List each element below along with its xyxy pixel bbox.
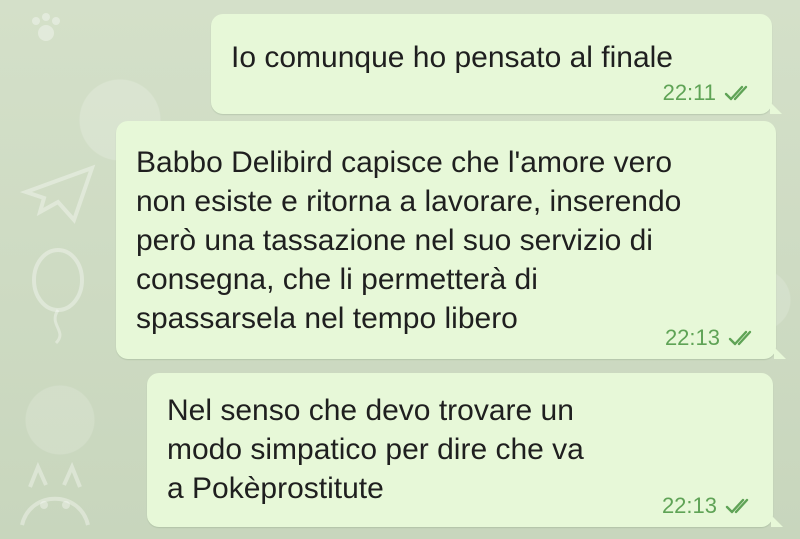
message-meta: 22:13 xyxy=(665,326,758,350)
message-time: 22:13 xyxy=(664,325,720,350)
double-check-icon xyxy=(728,330,752,346)
double-check-icon xyxy=(725,498,749,514)
message-meta: 22:11 xyxy=(663,81,754,105)
message-time: 22:13 xyxy=(661,493,717,518)
paper-plane-icon xyxy=(20,164,96,224)
double-check-icon xyxy=(724,85,748,101)
paw-icon xyxy=(32,13,60,41)
outgoing-message-bubble[interactable]: Babbo Delibird capisce che l'amore vero … xyxy=(116,121,786,359)
balloon-icon xyxy=(32,248,84,345)
outgoing-message-bubble[interactable]: Io comunque ho pensato al finale 22:11 xyxy=(211,14,782,114)
cat-doodle-icon xyxy=(20,461,90,526)
message-text: Io comunque ho pensato al finale xyxy=(231,41,673,74)
message-text: Babbo Delibird capisce che l'amore vero … xyxy=(136,146,682,335)
outgoing-message-bubble[interactable]: Nel senso che devo trovare un modo simpa… xyxy=(147,373,783,527)
message-meta: 22:13 xyxy=(662,494,755,518)
message-text: Nel senso che devo trovare un modo simpa… xyxy=(167,394,584,505)
message-time: 22:11 xyxy=(662,80,716,105)
